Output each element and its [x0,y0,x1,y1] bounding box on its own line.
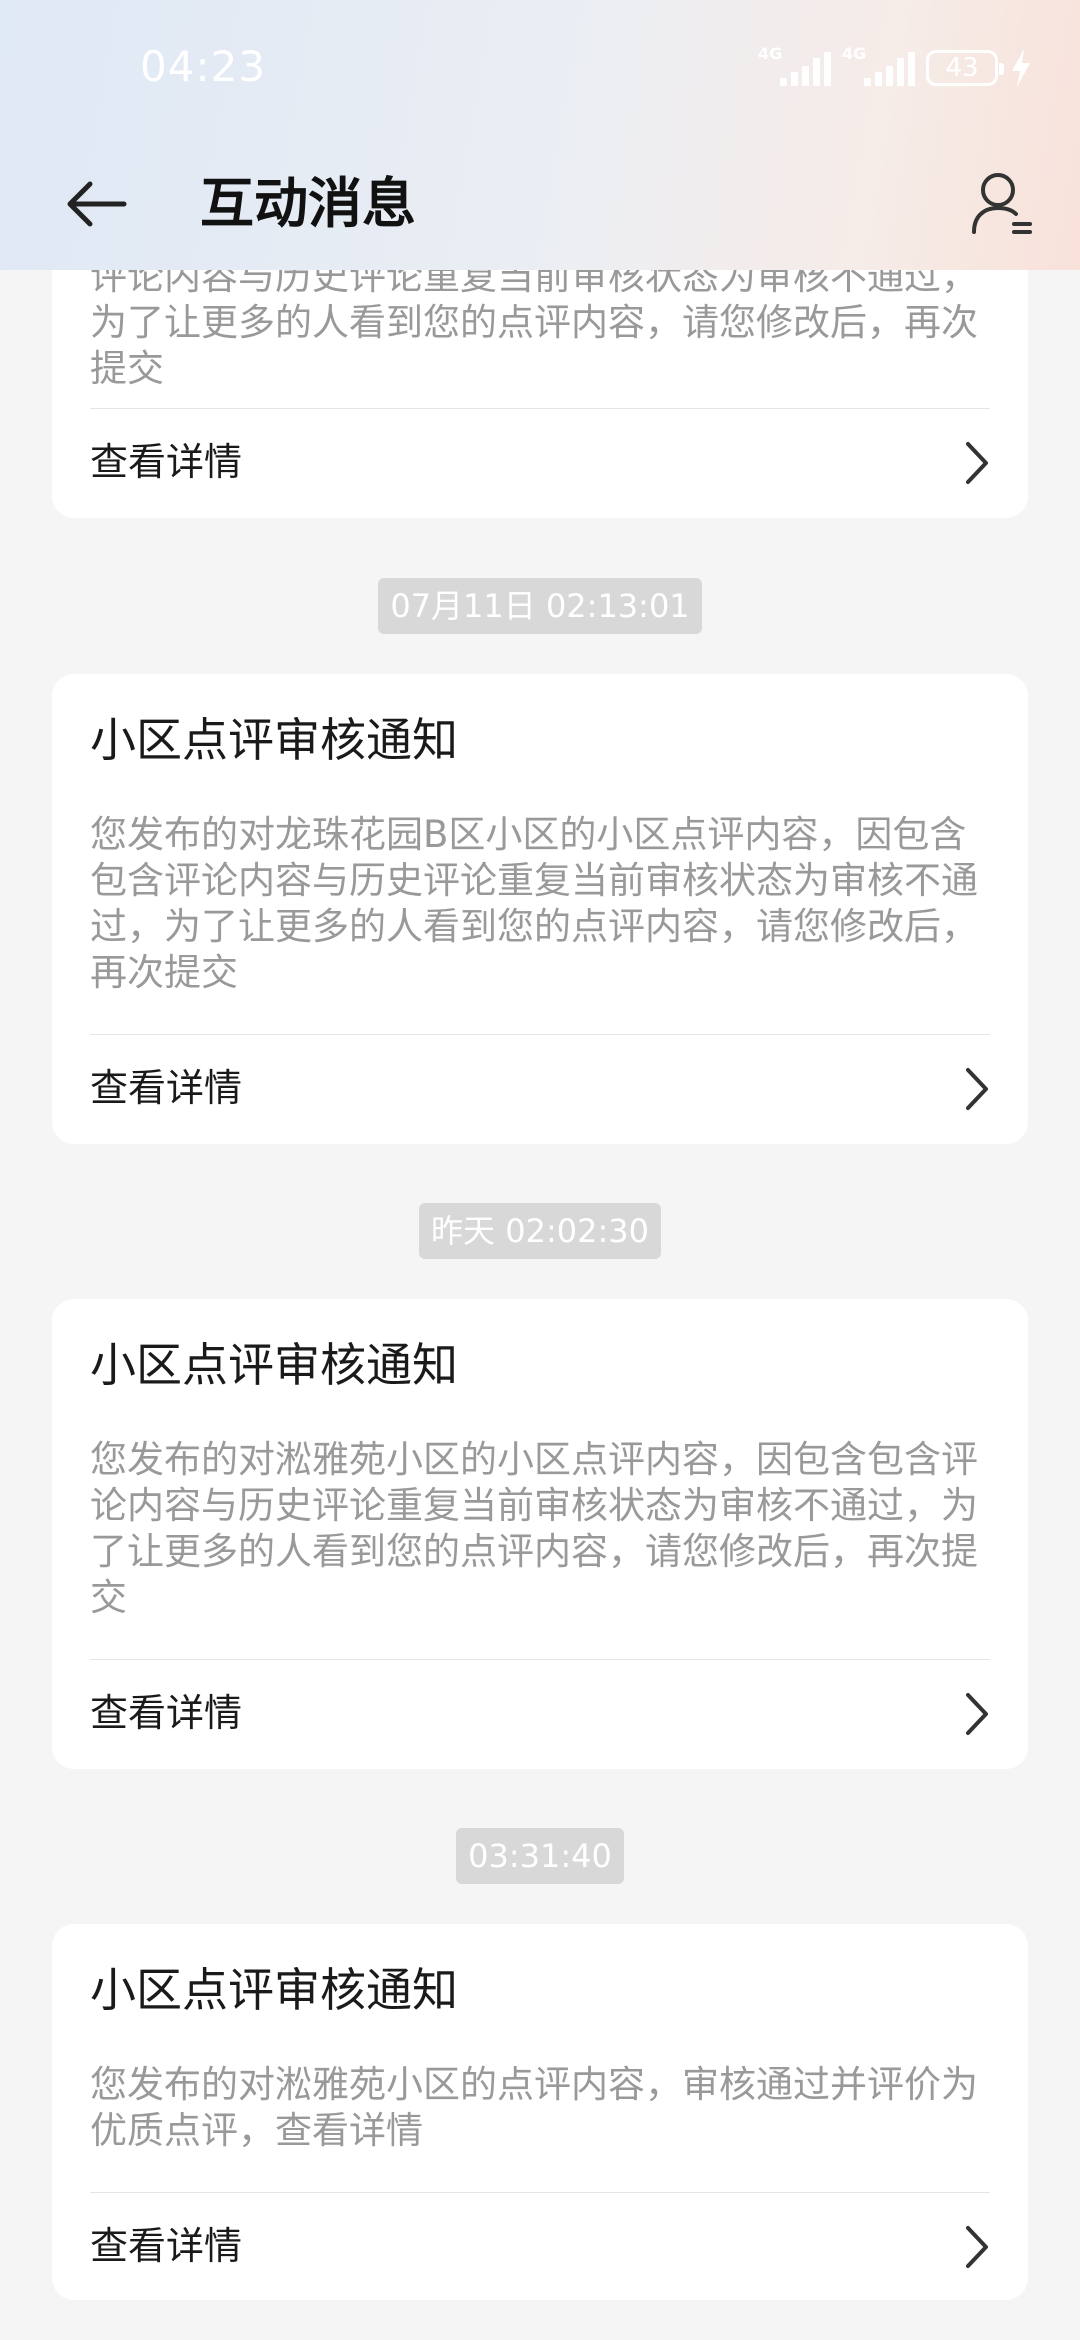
chevron-right-icon [966,442,988,484]
view-details-link[interactable]: 查看详情 [52,1659,1028,1769]
message-title: 小区点评审核通知 [90,1963,458,2017]
signal-icon: 4G [758,44,831,90]
view-details-label: 查看详情 [90,1066,243,1110]
message-timestamp: 07月11日 02:13:01 [378,578,702,634]
message-timestamp: 03:31:40 [456,1828,624,1884]
message-body: 您发布的对淞雅苑小区的小区点评内容，因包含包含评论内容与历史评论重复当前审核状态… [90,1438,978,1619]
chevron-right-icon [966,1068,988,1110]
chevron-right-icon [966,1693,988,1735]
message-body: 您发布的对龙珠花园B区小区的小区点评内容，因包含包含评论内容与历史评论重复当前审… [90,813,978,994]
message-card: 小区点评审核通知 您发布的对龙珠花园B区小区的小区点评内容，因包含包含评论内容与… [52,674,1028,1144]
battery-level: 43 [945,53,979,83]
signal-icon-2: 4G [842,44,915,90]
charging-icon [1012,49,1030,87]
user-profile-icon [972,173,1032,234]
status-bar: 04:23 4G 4G 43 [0,0,1080,140]
message-card: 小区点评审核通知 您发布的对淞雅苑小区的点评内容，审核通过并评价为优质点评，查看… [52,1924,1028,2300]
view-details-link[interactable]: 查看详情 [52,408,1028,518]
message-card: 小区点评审核通知 您发布的对淞雅苑小区的小区点评内容，因包含包含评论内容与历史评… [52,1299,1028,1769]
view-details-label: 查看详情 [90,1691,243,1735]
battery-icon: 43 [926,50,1004,86]
message-body: 您发布的对淞雅苑小区的点评内容，审核通过并评价为优质点评，查看详情 [90,2063,978,2152]
back-button[interactable] [60,168,132,240]
message-title: 小区点评审核通知 [90,1338,458,1392]
network-type-2: 4G [842,44,867,63]
app-bar: 互动消息 [0,140,1080,270]
profile-button[interactable] [964,166,1040,242]
view-details-link[interactable]: 查看详情 [52,1034,1028,1144]
view-details-label: 查看详情 [90,2224,243,2268]
view-details-label: 查看详情 [90,440,243,484]
view-details-link[interactable]: 查看详情 [52,2192,1028,2300]
page-title: 互动消息 [200,172,416,235]
message-title: 小区点评审核通知 [90,713,458,767]
status-time: 04:23 [140,42,267,91]
arrow-left-icon [67,181,127,227]
message-body: 评论内容与历史评论重复当前审核状态为审核不通过，为了让更多的人看到您的点评内容，… [90,255,978,390]
message-timestamp: 昨天 02:02:30 [419,1203,661,1259]
chevron-right-icon [966,2226,988,2268]
message-list[interactable]: 评论内容与历史评论重复当前审核状态为审核不通过，为了让更多的人看到您的点评内容，… [0,0,1080,2340]
network-type-1: 4G [758,44,783,63]
status-indicators: 4G 4G 43 [758,46,1032,90]
